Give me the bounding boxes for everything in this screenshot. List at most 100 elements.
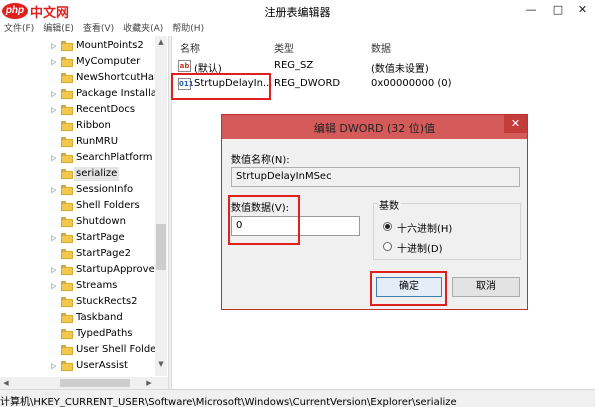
folder-icon [61,105,73,115]
expand-arrow-icon[interactable] [51,329,59,339]
tree-item[interactable]: ▷ StartupApproved [0,262,161,278]
expand-arrow-icon[interactable]: ▷ [51,361,59,371]
expand-arrow-icon[interactable] [51,169,59,179]
tree-horizontal-scrollbar[interactable]: ◀ ▶ [0,377,168,389]
tree-item[interactable]: ▷ SearchPlatform [0,150,160,166]
tree-item[interactable]: ▷ RecentDocs [0,102,160,118]
column-header-name[interactable]: 名称 [180,40,200,55]
scroll-up-icon[interactable]: ▲ [155,36,167,48]
column-header-data[interactable]: 数据 [371,40,391,55]
value-type: REG_DWORD [274,78,341,89]
tree-item-label: Shell Folders [76,200,140,211]
tree-item-label: RecentDocs [76,104,136,115]
value-type: REG_SZ [274,60,314,71]
expand-arrow-icon[interactable]: ▷ [51,89,59,99]
tree-item-label: SessionInfo [76,184,134,195]
tree-item-label: UserAssist [76,360,128,371]
expand-arrow-icon[interactable] [51,217,59,227]
tree-item[interactable]: Shell Folders [0,198,160,214]
radio-decimal-label[interactable]: 十进制(D) [397,240,443,255]
folder-icon [61,313,73,323]
column-header-type[interactable]: 类型 [274,40,294,55]
menu-edit[interactable]: 编辑(E) [39,22,79,36]
expand-arrow-icon[interactable] [51,313,59,323]
expand-arrow-icon[interactable]: ▷ [51,265,59,275]
horizontal-scroll-thumb[interactable] [60,379,130,387]
tree-item[interactable]: serialize [0,166,160,182]
tree-vertical-scrollbar[interactable]: ▲ ▼ [155,36,167,376]
tree-item[interactable]: StuckRects2 [0,294,160,310]
minimize-button[interactable]: — [518,0,544,20]
folder-icon [61,265,73,275]
tree-item-label: Ribbon [76,120,111,131]
tree-item[interactable]: ▷ UserAssist [0,358,160,374]
expand-arrow-icon[interactable] [51,297,59,307]
menu-favorites[interactable]: 收藏夹(A) [119,22,168,36]
expand-arrow-icon[interactable] [51,73,59,83]
folder-icon [61,57,73,67]
folder-icon [61,153,73,163]
maximize-button[interactable]: □ [545,0,571,20]
expand-arrow-icon[interactable]: ▷ [51,105,59,115]
tree-item[interactable]: RunMRU [0,134,160,150]
expand-arrow-icon[interactable] [51,137,59,147]
tree-item[interactable]: ▷ StartPage [0,230,160,246]
tree-item[interactable]: ▷ MyComputer [0,54,160,70]
tree-item-label: StartPage2 [76,248,131,259]
tree-item[interactable]: TypedPaths [0,326,160,342]
tree-item-label: Streams [76,280,118,291]
tree-item[interactable]: ▷ Streams [0,278,160,294]
tree-item[interactable]: NewShortcutHan [0,70,160,86]
radio-hex[interactable] [383,222,392,231]
string-value-icon: ab [178,60,191,72]
tree-item-label: StuckRects2 [76,296,138,307]
dialog-close-icon[interactable]: ✕ [504,115,527,133]
tree-item-label: StartPage [76,232,125,243]
tree-item[interactable]: Taskband [0,310,160,326]
expand-arrow-icon[interactable]: ▷ [51,185,59,195]
folder-icon [61,281,73,291]
radio-decimal[interactable] [383,242,392,251]
scroll-down-icon[interactable]: ▼ [155,358,167,370]
tree-item[interactable]: ▷ Package Installat [0,86,161,102]
value-row[interactable]: ab (默认) REG_SZ (数值未设置) [172,58,595,75]
expand-arrow-icon[interactable] [51,121,59,131]
tree-item[interactable]: ▷ MountPoints2 [0,38,160,54]
tree-item[interactable]: ▷ SessionInfo [0,182,160,198]
menu-file[interactable]: 文件(F) [0,22,39,36]
menu-view[interactable]: 查看(V) [79,22,119,36]
tree-item-label: NewShortcutHan [76,72,161,83]
tree-item-label: RunMRU [76,136,119,147]
tree-item[interactable]: StartPage2 [0,246,160,262]
dialog-title: 编辑 DWORD (32 位)值 [313,122,436,135]
tree-item[interactable]: Ribbon [0,118,160,134]
registry-key-tree: ▷ MountPoints2 ▷ MyComputer NewShortcutHan ▷ P… [0,36,168,380]
tree-item-label: MyComputer [76,56,141,67]
tree-item[interactable]: User Shell Folder [0,342,160,358]
value-name-label: 数值名称(N): [231,155,290,166]
dialog-title-bar: 编辑 DWORD (32 位)值 ✕ [222,115,527,139]
expand-arrow-icon[interactable]: ▷ [51,153,59,163]
tree-item[interactable]: Shutdown [0,214,160,230]
expand-arrow-icon[interactable] [51,249,59,259]
folder-icon [61,137,73,147]
expand-arrow-icon[interactable]: ▷ [51,281,59,291]
expand-arrow-icon[interactable]: ▷ [51,41,59,51]
folder-icon [61,41,73,51]
close-window-button[interactable]: ✕ [570,0,595,20]
expand-arrow-icon[interactable] [51,345,59,355]
scroll-left-icon[interactable]: ◀ [0,377,12,389]
cancel-button[interactable]: 取消 [452,277,520,297]
vertical-scroll-thumb[interactable] [156,224,166,270]
radio-hex-label[interactable]: 十六进制(H) [397,220,452,235]
folder-icon [61,249,73,259]
menu-help[interactable]: 帮助(H) [168,22,209,36]
expand-arrow-icon[interactable] [51,201,59,211]
scroll-right-icon[interactable]: ▶ [143,377,155,389]
highlight-value-data [228,195,300,245]
expand-arrow-icon[interactable]: ▷ [51,57,59,67]
folder-icon [61,361,73,371]
expand-arrow-icon[interactable]: ▷ [51,233,59,243]
folder-icon [61,89,73,99]
folder-icon [61,217,73,227]
